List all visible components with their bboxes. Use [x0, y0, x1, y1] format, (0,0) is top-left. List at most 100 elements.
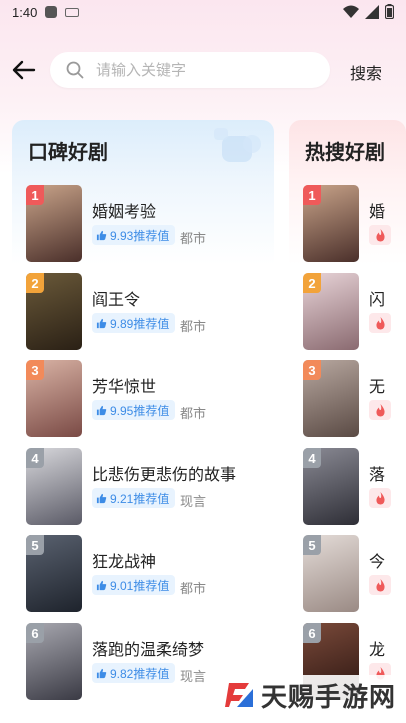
thumbs-up-icon: [96, 405, 107, 415]
drama-poster[interactable]: 2: [303, 273, 359, 350]
recommend-score: 9.95推荐值: [110, 403, 170, 418]
recommend-score: 9.21推荐值: [110, 491, 170, 506]
drama-poster[interactable]: 1: [26, 185, 82, 262]
hot-badge: [369, 313, 391, 333]
drama-genre: 现言: [180, 669, 207, 684]
status-icons: [343, 4, 394, 19]
drama-poster[interactable]: 4: [26, 448, 82, 525]
wifi-icon: [343, 5, 359, 18]
decoration-icon: [214, 128, 261, 162]
drama-genre: 都市: [180, 319, 207, 334]
back-button[interactable]: [10, 56, 38, 84]
flame-icon: [375, 316, 385, 329]
drama-list-item[interactable]: 2 闪: [303, 273, 406, 351]
rank-badge: 1: [303, 185, 321, 205]
back-arrow-icon: [12, 60, 36, 80]
keyboard-icon: [65, 7, 80, 17]
drama-poster[interactable]: 2: [26, 273, 82, 350]
drama-genre: 都市: [180, 406, 207, 421]
thumbs-up-icon: [96, 493, 107, 503]
recommend-score-badge: 9.01推荐值: [92, 575, 176, 595]
watermark: 天赐手游网: [218, 675, 400, 715]
drama-list-item[interactable]: 5 狂龙战神 9.01推荐值 都市: [26, 535, 271, 613]
drama-list-item[interactable]: 3 芳华惊世 9.95推荐值 都市: [26, 360, 271, 438]
panel-hot-search: 热搜好剧 1 婚 2 闪 3 无 4 落 5 今 6 龙: [289, 120, 406, 723]
drama-list-item[interactable]: 1 婚姻考验 9.93推荐值 都市: [26, 185, 271, 263]
drama-title[interactable]: 芳华惊世: [92, 373, 156, 397]
recommend-score: 9.01推荐值: [110, 578, 170, 593]
drama-title[interactable]: 落跑的温柔绮梦: [92, 636, 204, 660]
rank-badge: 6: [26, 623, 44, 643]
drama-list-item[interactable]: 2 阎王令 9.89推荐值 都市: [26, 273, 271, 351]
drama-list-item[interactable]: 1 婚: [303, 185, 406, 263]
drama-title[interactable]: 比悲伤更悲伤的故事: [92, 461, 236, 485]
drama-title[interactable]: 落: [369, 461, 385, 485]
recommend-score: 9.93推荐值: [110, 228, 170, 243]
drama-title[interactable]: 无: [369, 373, 385, 397]
rank-badge: 3: [26, 360, 44, 380]
rank-badge: 4: [26, 448, 44, 468]
hot-badge: [369, 400, 391, 420]
watermark-text: 天赐手游网: [260, 681, 396, 712]
panel-title: 热搜好剧: [305, 142, 385, 164]
flame-icon: [375, 228, 385, 241]
thumbs-up-icon: [96, 318, 107, 328]
drama-poster[interactable]: 5: [303, 535, 359, 612]
watermark-logo-icon: [224, 683, 253, 707]
battery-icon: [385, 4, 394, 19]
rank-badge: 2: [303, 273, 321, 293]
drama-title[interactable]: 龙: [369, 636, 385, 660]
recommend-score-badge: 9.82推荐值: [92, 663, 176, 683]
recommend-score-badge: 9.21推荐值: [92, 488, 176, 508]
flame-icon: [375, 403, 385, 416]
drama-poster[interactable]: 5: [26, 535, 82, 612]
rank-badge: 5: [26, 535, 44, 555]
drama-poster[interactable]: 3: [26, 360, 82, 437]
signal-icon: [365, 4, 379, 19]
drama-title[interactable]: 闪: [369, 286, 385, 310]
search-button[interactable]: 搜索: [350, 60, 382, 84]
drama-poster[interactable]: 1: [303, 185, 359, 262]
drama-list-item[interactable]: 4 比悲伤更悲伤的故事 9.21推荐值 现言: [26, 448, 271, 526]
drama-list-item[interactable]: 4 落: [303, 448, 406, 526]
drama-poster[interactable]: 4: [303, 448, 359, 525]
drama-list-item[interactable]: 5 今: [303, 535, 406, 613]
rank-badge: 6: [303, 623, 321, 643]
status-time: 1:40: [12, 4, 38, 20]
drama-genre: 都市: [180, 581, 207, 596]
search-icon: [66, 61, 84, 79]
thumbs-up-icon: [96, 230, 107, 240]
drama-title[interactable]: 阎王令: [92, 286, 140, 310]
drama-title[interactable]: 狂龙战神: [92, 548, 156, 572]
hot-badge: [369, 225, 391, 245]
rank-badge: 1: [26, 185, 44, 205]
drama-poster[interactable]: 6: [26, 623, 82, 700]
recommend-score: 9.89推荐值: [110, 316, 170, 331]
notification-icon: [45, 6, 58, 18]
hot-badge: [369, 575, 391, 595]
hot-badge: [369, 488, 391, 508]
flame-icon: [375, 491, 385, 504]
drama-title[interactable]: 婚: [369, 198, 385, 222]
thumbs-up-icon: [96, 668, 107, 678]
drama-poster[interactable]: 3: [303, 360, 359, 437]
panel-title: 口碑好剧: [28, 142, 108, 164]
thumbs-up-icon: [96, 580, 107, 590]
flame-icon: [375, 578, 385, 591]
search-input[interactable]: [96, 61, 296, 79]
panel-reputation: 口碑好剧 1 婚姻考验 9.93推荐值 都市 2 阎王令 9.89推荐值 都市 …: [12, 120, 274, 723]
drama-title[interactable]: 今: [369, 548, 385, 572]
status-bar: 1:40: [0, 0, 406, 24]
drama-list-item[interactable]: 3 无: [303, 360, 406, 438]
recommend-score-badge: 9.89推荐值: [92, 313, 176, 333]
search-bar[interactable]: [50, 52, 330, 88]
rank-badge: 2: [26, 273, 44, 293]
recommend-score-badge: 9.93推荐值: [92, 225, 176, 245]
recommend-score-badge: 9.95推荐值: [92, 400, 176, 420]
drama-genre: 现言: [180, 494, 207, 509]
rank-badge: 3: [303, 360, 321, 380]
drama-title[interactable]: 婚姻考验: [92, 198, 156, 222]
search-header: 搜索: [0, 50, 406, 90]
rank-badge: 4: [303, 448, 321, 468]
recommend-score: 9.82推荐值: [110, 666, 170, 681]
